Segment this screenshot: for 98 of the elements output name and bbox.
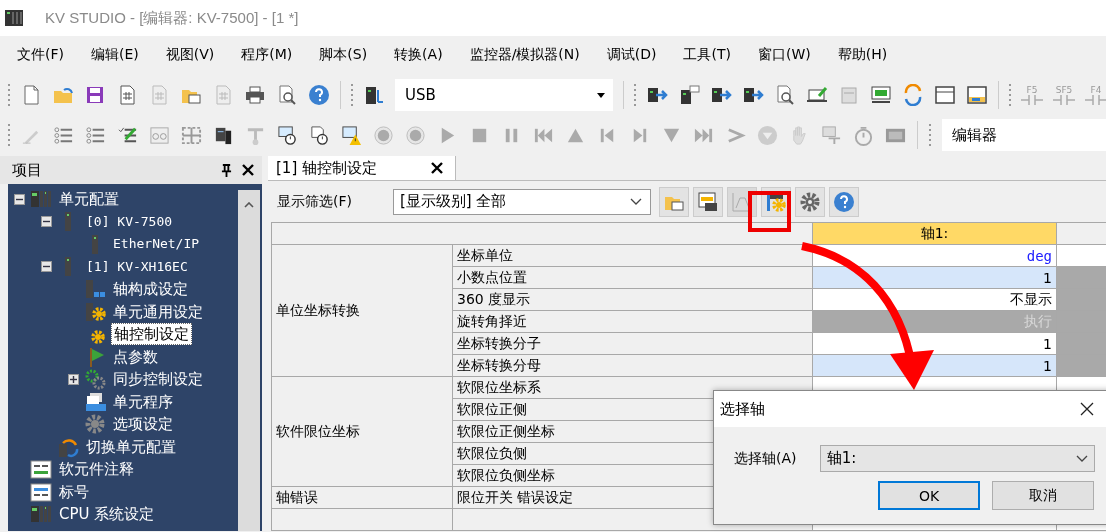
item-cell: 小数点位置 [452, 266, 813, 289]
tree-item[interactable]: 同步控制设定 [111, 369, 205, 390]
record-icon[interactable] [373, 124, 394, 146]
device-speech-icon[interactable] [678, 84, 700, 106]
menu-item[interactable]: 程序(M) [241, 46, 293, 64]
expander-box[interactable] [41, 261, 52, 273]
tree-item[interactable]: [0] KV-7500 [84, 211, 175, 232]
document-stopwatch-icon[interactable] [309, 124, 330, 146]
tree-item[interactable]: 标号 [57, 481, 91, 502]
help-icon[interactable] [308, 84, 330, 106]
gears-icon [84, 368, 106, 391]
chevron-down-icon [630, 198, 642, 205]
menu-item[interactable]: 监控器/模拟器(N) [469, 46, 580, 64]
tree-item[interactable]: 单元通用设定 [111, 301, 205, 322]
monitor-stopwatch-icon[interactable] [277, 124, 298, 146]
magnifier-document-icon[interactable] [774, 84, 796, 106]
item-cell: 坐标单位 [452, 244, 813, 267]
tree-item[interactable]: 点参数 [111, 346, 160, 367]
module-icon [92, 234, 98, 254]
tree-item[interactable]: 单元配置 [57, 189, 121, 210]
menu-item[interactable]: 转换(A) [394, 46, 443, 64]
filter-dropdown[interactable]: [显示级别] 全部 [393, 188, 651, 215]
tree-item[interactable]: 选项设定 [111, 414, 175, 435]
item-cell: 坐标转换分子 [452, 332, 813, 355]
tree-item[interactable]: 轴构成设定 [111, 279, 190, 300]
panel-title: 项目 [12, 160, 43, 180]
save-icon[interactable] [84, 84, 106, 106]
dialog-button[interactable]: 取消 [992, 481, 1094, 510]
highlight-frame [748, 191, 791, 232]
scrollbar[interactable] [238, 190, 260, 531]
module-gear-icon [84, 300, 106, 323]
gear-icon [84, 413, 106, 436]
module-icon [65, 212, 71, 232]
monitor-icon[interactable] [870, 84, 892, 106]
record-icon[interactable] [405, 124, 426, 146]
tree-item[interactable]: 切换单元配置 [84, 436, 178, 457]
printer-icon[interactable] [244, 84, 266, 106]
mode-field[interactable]: 编辑器 [942, 119, 1106, 151]
dialog-button[interactable]: OK [878, 481, 980, 510]
tree-item[interactable]: CPU 系统设定 [57, 504, 157, 525]
tree-item[interactable]: 轴控制设定 [111, 323, 192, 346]
item-cell: 旋转角择近 [452, 310, 813, 333]
settings-icon [799, 190, 821, 213]
refresh-icon[interactable] [902, 84, 924, 106]
module-network-icon [84, 278, 106, 301]
expander-box[interactable] [14, 193, 25, 205]
tree-item[interactable]: 单元程序 [111, 391, 175, 412]
tree-item[interactable]: [1] KV-XH16EC [84, 256, 190, 277]
group-cell: 轴错误 [271, 486, 453, 509]
module-icon [65, 257, 71, 277]
pin-icon[interactable] [221, 163, 232, 177]
menu-item[interactable]: 脚本(S) [319, 46, 368, 64]
menu-item[interactable]: 调试(D) [606, 46, 657, 64]
axis-header: 轴1: [812, 222, 1057, 245]
document-tab[interactable]: [1] 轴控制设定 [268, 156, 456, 180]
dialog-title: 选择轴 [720, 399, 765, 419]
dropdown-arrow-icon [597, 92, 605, 98]
item-cell: 坐标转换分母 [452, 354, 813, 377]
close-icon[interactable] [1080, 402, 1094, 416]
menu-item[interactable]: 帮助(H) [837, 46, 888, 64]
list-icon[interactable] [85, 124, 106, 146]
menu-item[interactable]: 工具(T) [683, 46, 731, 64]
expander-box[interactable] [68, 373, 79, 385]
group-cell: 单位坐标转换 [271, 244, 453, 377]
item-cell: 360 度显示 [452, 288, 813, 311]
axis-dropdown[interactable]: 轴1: [819, 445, 1095, 472]
window-title: KV STUDIO - [编辑器: KV-7500] - [1 *] [45, 8, 299, 28]
menu-item[interactable]: 编辑(E) [91, 46, 139, 64]
app-icon [5, 9, 23, 27]
controller-icon[interactable] [363, 84, 385, 106]
close-icon[interactable] [431, 162, 443, 174]
program-stack-icon [84, 390, 106, 413]
list-icon[interactable] [53, 124, 74, 146]
help-button[interactable] [829, 186, 859, 217]
stopwatch-icon[interactable] [853, 124, 874, 146]
help-icon [833, 190, 855, 213]
monitor-warning-icon[interactable] [341, 124, 362, 146]
grid-icon[interactable] [181, 124, 202, 146]
tree-item[interactable]: EtherNet/IP [111, 234, 202, 255]
menu-item[interactable]: 视图(V) [165, 46, 215, 64]
menu-item[interactable]: 窗口(W) [757, 46, 811, 64]
expander-box[interactable] [41, 216, 52, 228]
close-icon[interactable] [242, 164, 254, 176]
settings-button[interactable] [795, 186, 825, 217]
list-panel-icon [30, 458, 52, 481]
device-panel-icon [697, 190, 719, 213]
chevron-down-icon [1076, 455, 1088, 462]
filter-label: 显示筛选(F) [277, 192, 353, 211]
magnifier-document-icon[interactable] [276, 84, 298, 106]
scroll-up-icon[interactable] [244, 202, 254, 208]
label-panel-icon [30, 480, 52, 503]
group-cell: 软件限位坐标 [271, 376, 453, 487]
connection-dropdown[interactable]: USB [395, 79, 613, 111]
device-button[interactable] [693, 186, 723, 217]
device-box-icon[interactable] [934, 84, 956, 106]
tree-item[interactable]: 软元件注释 [57, 459, 136, 480]
menu-item[interactable]: 文件(F) [17, 46, 64, 64]
device-box-icon[interactable] [966, 84, 988, 106]
